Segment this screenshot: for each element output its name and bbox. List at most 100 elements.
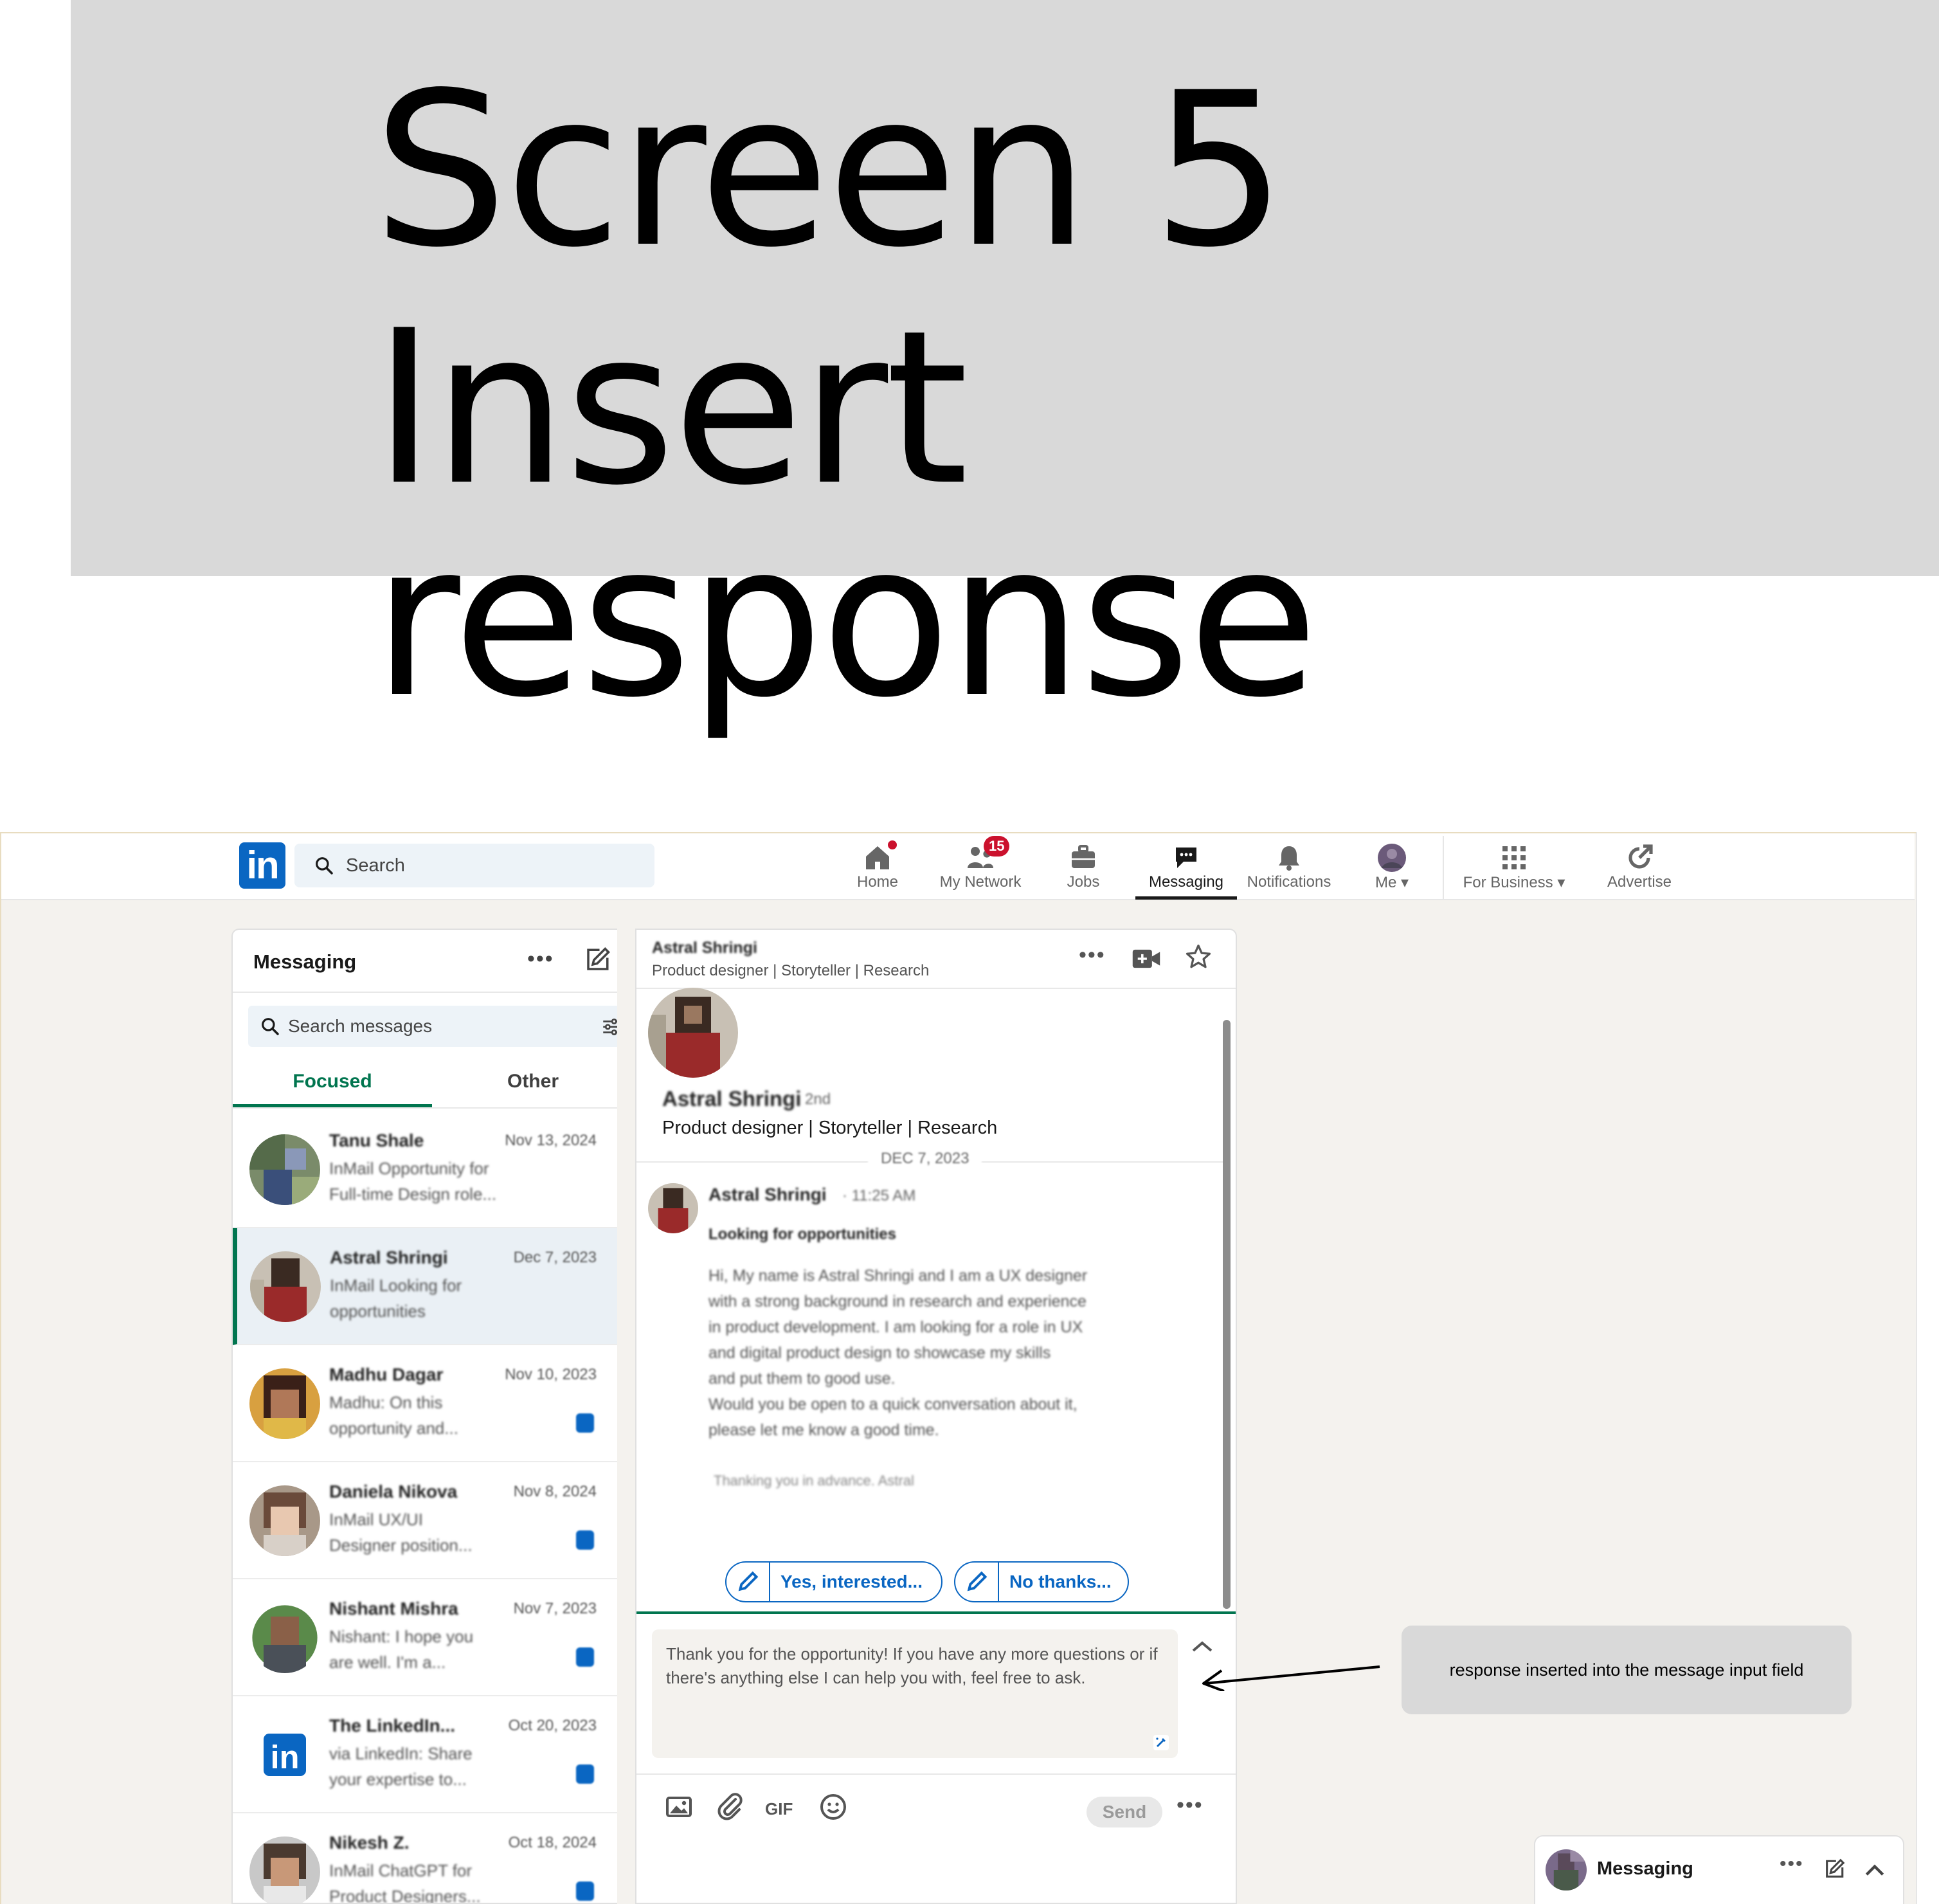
avatar <box>249 1836 320 1903</box>
conversation-snippet: opportunity and... <box>329 1419 458 1438</box>
nav-my-network[interactable]: 15 My Network <box>932 836 1029 900</box>
window-scrollbar[interactable] <box>1916 832 1939 1904</box>
attachment-icon[interactable] <box>715 1791 746 1822</box>
message-body-line: please let me know a good time. <box>708 1421 939 1439</box>
tab-other[interactable]: Other <box>433 1061 617 1107</box>
global-search-input[interactable]: Search <box>294 844 654 887</box>
nav-home[interactable]: Home <box>849 836 906 900</box>
linkedin-logo[interactable]: in <box>239 842 285 889</box>
divider <box>233 992 617 993</box>
conversation-header-headline: Product designer | Storyteller | Researc… <box>652 962 930 979</box>
conversation-name: Nikesh Z. <box>329 1833 410 1853</box>
title-banner: Screen 5 Insert response <box>71 0 1939 727</box>
home-notification-dot <box>886 839 899 851</box>
unread-indicator <box>576 1530 594 1550</box>
banner-title-line2: Insert response <box>373 285 1319 744</box>
conversation-date: Oct 18, 2024 <box>508 1834 597 1851</box>
compose-focus-border <box>636 1611 1236 1614</box>
message-sender[interactable]: Astral Shringi <box>708 1184 827 1205</box>
emoji-icon[interactable] <box>818 1791 849 1822</box>
compose-icon[interactable] <box>1823 1858 1845 1880</box>
more-options-icon[interactable]: ••• <box>527 947 554 972</box>
avatar <box>249 1602 320 1673</box>
nav-messaging[interactable]: Messaging <box>1135 836 1237 900</box>
sender-avatar[interactable] <box>648 1183 698 1233</box>
conversation-date: Nov 10, 2023 <box>505 1366 597 1383</box>
conversation-name: Daniela Nikova <box>329 1482 458 1501</box>
video-call-icon[interactable] <box>1132 948 1161 970</box>
unread-indicator <box>576 1881 594 1901</box>
messaging-icon <box>1176 848 1196 868</box>
bell-icon <box>1279 846 1299 871</box>
connection-degree: 2nd <box>805 1091 831 1108</box>
avatar <box>249 1485 320 1556</box>
suggested-reply-yes[interactable]: Yes, interested... <box>725 1561 942 1602</box>
star-icon[interactable] <box>1184 943 1213 971</box>
message-input-field[interactable]: Thank you for the opportunity! If you ha… <box>652 1629 1178 1758</box>
conversation-name: Nishant Mishra <box>329 1599 458 1618</box>
ai-assist-icon[interactable] <box>1153 1735 1169 1750</box>
banner-title-line1: Screen 5 <box>373 47 1286 294</box>
conversation-item[interactable]: in The LinkedIn... Oct 20, 2023 via Link… <box>233 1696 617 1813</box>
conversation-item[interactable]: Nishant Mishra Nov 7, 2023 Nishant: I ho… <box>233 1579 617 1696</box>
messaging-title: Messaging <box>253 950 357 973</box>
message-body-line: Hi, My name is Astral Shringi and I am a… <box>708 1267 1088 1285</box>
avatar <box>249 1368 320 1439</box>
conversation-date: Dec 7, 2023 <box>513 1249 597 1266</box>
conversation-item[interactable]: Daniela Nikova Nov 8, 2024 InMail UX/UI … <box>233 1462 617 1579</box>
profile-name[interactable]: Astral Shringi <box>662 1087 801 1111</box>
unread-indicator <box>576 1764 594 1784</box>
advertise-icon <box>1628 844 1653 869</box>
send-button[interactable]: Send <box>1087 1797 1162 1827</box>
conversation-item[interactable]: Tanu Shale Nov 13, 2024 InMail Opportuni… <box>233 1111 617 1228</box>
date-divider-label: DEC 7, 2023 <box>868 1150 982 1168</box>
conversation-panel: Astral Shringi Product designer | Storyt… <box>635 929 1237 1904</box>
messaging-tray[interactable]: Messaging ••• <box>1534 1835 1904 1904</box>
send-options-icon[interactable]: ••• <box>1177 1793 1204 1818</box>
conversation-date: Nov 8, 2024 <box>513 1483 597 1500</box>
unread-indicator <box>576 1413 594 1433</box>
conversation-item-active[interactable]: Astral Shringi Dec 7, 2023 InMail Lookin… <box>233 1228 617 1345</box>
image-icon[interactable] <box>663 1791 694 1822</box>
nav-for-business[interactable]: For Business ▾ <box>1453 836 1575 900</box>
more-options-icon[interactable]: ••• <box>1079 943 1106 968</box>
active-nav-indicator <box>1135 896 1237 900</box>
conversation-item[interactable]: Nikesh Z. Oct 18, 2024 InMail ChatGPT fo… <box>233 1813 617 1903</box>
nav-for-business-text: For Business <box>1463 874 1553 891</box>
conversation-item[interactable]: Madhu Dagar Nov 10, 2023 Madhu: On this … <box>233 1345 617 1462</box>
nav-home-label: Home <box>856 873 899 891</box>
messaging-tray-title: Messaging <box>1597 1858 1693 1879</box>
chevron-up-icon[interactable] <box>1863 1861 1886 1879</box>
chevron-up-icon[interactable] <box>1189 1637 1215 1656</box>
conversation-name: Tanu Shale <box>329 1130 424 1150</box>
more-options-icon[interactable]: ••• <box>1780 1853 1804 1875</box>
nav-me[interactable]: Me ▾ <box>1363 836 1421 900</box>
message-body-line: and put them to good use. <box>708 1370 896 1388</box>
nav-jobs[interactable]: Jobs <box>1054 836 1112 900</box>
nav-advertise[interactable]: Advertise <box>1601 836 1678 900</box>
conversation-snippet: InMail UX/UI <box>329 1510 423 1529</box>
nav-notifications[interactable]: Notifications <box>1241 836 1337 900</box>
avatar <box>250 1251 321 1322</box>
nav-advertise-label: Advertise <box>1607 873 1672 891</box>
conversation-header-name[interactable]: Astral Shringi <box>652 939 757 957</box>
annotation-text: response inserted into the message input… <box>1449 1660 1804 1680</box>
filter-icon[interactable] <box>600 1016 617 1038</box>
tab-focused[interactable]: Focused <box>233 1061 432 1107</box>
gif-button[interactable]: GIF <box>765 1799 793 1819</box>
nav-notifications-label: Notifications <box>1247 873 1331 891</box>
compose-icon[interactable] <box>584 947 611 974</box>
conversation-snippet: InMail Opportunity for <box>329 1159 489 1178</box>
conversation-snippet: your expertise to... <box>329 1770 467 1789</box>
message-body-line: Would you be open to a quick conversatio… <box>708 1395 1078 1413</box>
conversation-scrollbar[interactable] <box>1223 1020 1231 1609</box>
conversation-date: Oct 20, 2023 <box>508 1717 597 1734</box>
profile-avatar[interactable] <box>648 988 738 1078</box>
message-input-text[interactable]: Thank you for the opportunity! If you ha… <box>666 1642 1168 1690</box>
conversation-snippet: Nishant: I hope you <box>329 1627 474 1646</box>
nav-me-text: Me <box>1375 874 1397 891</box>
search-messages-input[interactable]: Search messages <box>248 1006 617 1047</box>
conversation-name: Madhu Dagar <box>329 1365 444 1384</box>
suggested-reply-no[interactable]: No thanks... <box>954 1561 1129 1602</box>
annotation-callout: response inserted into the message input… <box>1402 1626 1852 1714</box>
